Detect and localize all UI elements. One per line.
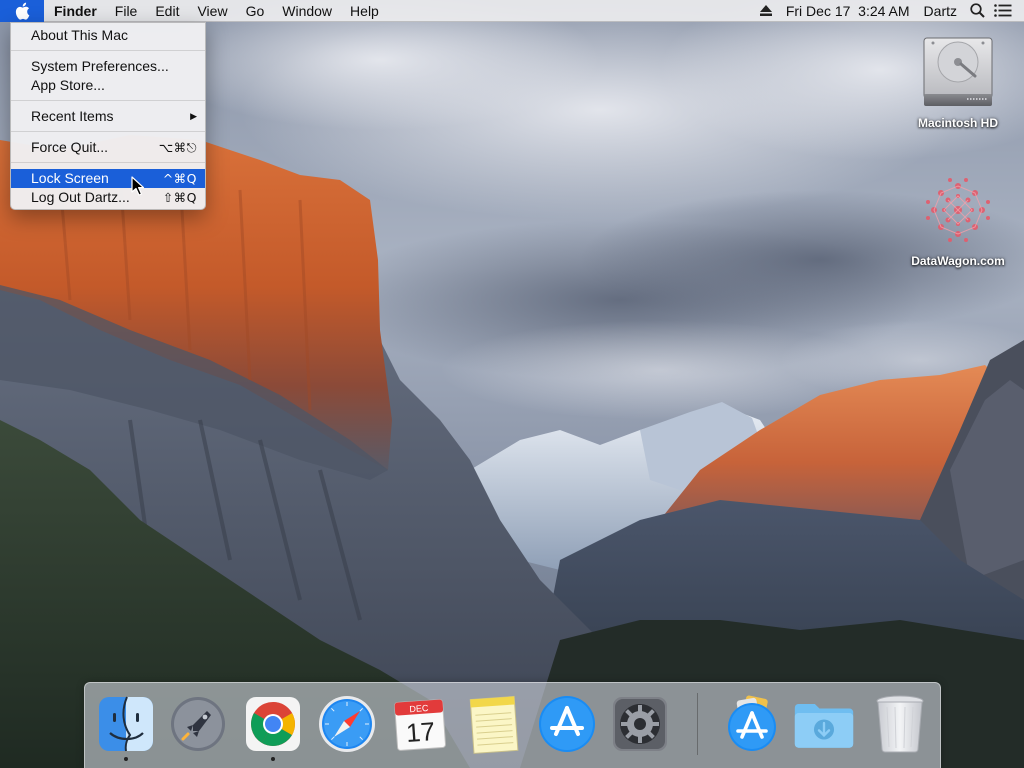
mouse-cursor: [131, 176, 145, 199]
calendar-month: DEC: [409, 703, 429, 714]
menu-file[interactable]: File: [106, 0, 147, 22]
menu-item-label: Lock Screen: [31, 170, 109, 186]
menu-separator: [11, 50, 205, 51]
dock-item-calendar[interactable]: DEC 17: [389, 691, 451, 757]
system-preferences-icon: [613, 697, 667, 751]
menu-item-label: Recent Items: [31, 108, 114, 124]
menu-edit[interactable]: Edit: [146, 0, 188, 22]
menu-item-label: Log Out Dartz...: [31, 189, 130, 205]
menu-item-label: App Store...: [31, 77, 105, 93]
menu-bar-user[interactable]: Dartz: [917, 0, 964, 22]
dock-item-launchpad[interactable]: [167, 691, 229, 757]
notification-center-icon[interactable]: [990, 0, 1016, 22]
calendar-icon: DEC 17: [394, 699, 446, 751]
menu-item-label: About This Mac: [31, 27, 129, 43]
dock-item-notes[interactable]: [462, 691, 524, 757]
dock: DEC 17: [84, 682, 941, 768]
hard-drive-icon: [923, 37, 993, 106]
menu-item-recent-items[interactable]: Recent Items ▶: [11, 107, 205, 126]
dock-item-system-preferences[interactable]: [609, 691, 671, 757]
calendar-day: 17: [405, 716, 436, 748]
running-indicator: [271, 757, 275, 761]
menu-help[interactable]: Help: [341, 0, 388, 22]
dock-separator: [697, 693, 698, 755]
menu-item-app-store[interactable]: App Store...: [11, 76, 205, 95]
menu-item-force-quit[interactable]: Force Quit... ⌥⌘⎋: [11, 138, 205, 157]
finder-icon: [99, 696, 153, 752]
menu-bar-clock[interactable]: Fri Dec 17 3:24 AM: [779, 0, 917, 22]
menu-item-lock-screen[interactable]: Lock Screen ^⌘Q: [11, 169, 205, 188]
notes-icon: [469, 695, 519, 754]
desktop-icon-macintosh-hd[interactable]: Macintosh HD: [903, 32, 1013, 130]
dock-item-chrome[interactable]: [242, 691, 304, 761]
menu-separator: [11, 162, 205, 163]
desktop-icon-label: Macintosh HD: [917, 116, 998, 130]
menu-item-label: System Preferences...: [31, 58, 169, 74]
trash-icon: [876, 695, 924, 753]
menu-item-shortcut: ⇧⌘Q: [162, 190, 197, 205]
menu-view[interactable]: View: [188, 0, 236, 22]
chrome-icon: [246, 697, 300, 751]
dock-item-downloads[interactable]: [793, 691, 855, 757]
submenu-arrow-icon: ▶: [190, 111, 197, 121]
menu-window[interactable]: Window: [273, 0, 341, 22]
desktop-icon-label: DataWagon.com: [911, 254, 1005, 268]
datawagon-logo-icon: [926, 178, 990, 242]
apple-menu-dropdown: About This Mac System Preferences... App…: [10, 22, 206, 210]
menu-go[interactable]: Go: [237, 0, 274, 22]
menu-item-label: Force Quit...: [31, 139, 109, 155]
menu-item-shortcut: ^⌘Q: [162, 171, 197, 186]
app-store-icon: [539, 696, 595, 752]
menu-item-system-preferences[interactable]: System Preferences...: [11, 57, 205, 76]
safari-icon: [319, 696, 375, 752]
launchpad-icon: [171, 697, 225, 751]
dock-item-finder[interactable]: [95, 691, 157, 761]
dock-item-safari[interactable]: [316, 691, 378, 757]
apple-logo-icon: [15, 2, 30, 20]
menu-finder[interactable]: Finder: [44, 0, 106, 22]
running-indicator: [124, 757, 128, 761]
menu-item-about-this-mac[interactable]: About This Mac: [11, 26, 205, 45]
menu-separator: [11, 131, 205, 132]
menu-item-log-out[interactable]: Log Out Dartz... ⇧⌘Q: [11, 188, 205, 207]
dock-item-applications[interactable]: [721, 691, 783, 757]
applications-stack-icon: [728, 695, 776, 751]
eject-icon[interactable]: [753, 0, 779, 22]
desktop-icon-datawagon[interactable]: DataWagon.com: [903, 170, 1013, 268]
menu-item-shortcut: ⌥⌘⎋: [158, 140, 197, 155]
downloads-folder-icon: [794, 703, 854, 748]
menu-bar-status-area: Fri Dec 17 3:24 AM Dartz: [753, 0, 1024, 22]
search-icon[interactable]: [964, 0, 990, 22]
menu-bar: Finder File Edit View Go Window Help Fri…: [0, 0, 1024, 22]
apple-menu-button[interactable]: [0, 0, 44, 22]
dock-item-app-store[interactable]: [536, 691, 598, 757]
dock-item-trash[interactable]: [869, 691, 931, 757]
menu-separator: [11, 100, 205, 101]
